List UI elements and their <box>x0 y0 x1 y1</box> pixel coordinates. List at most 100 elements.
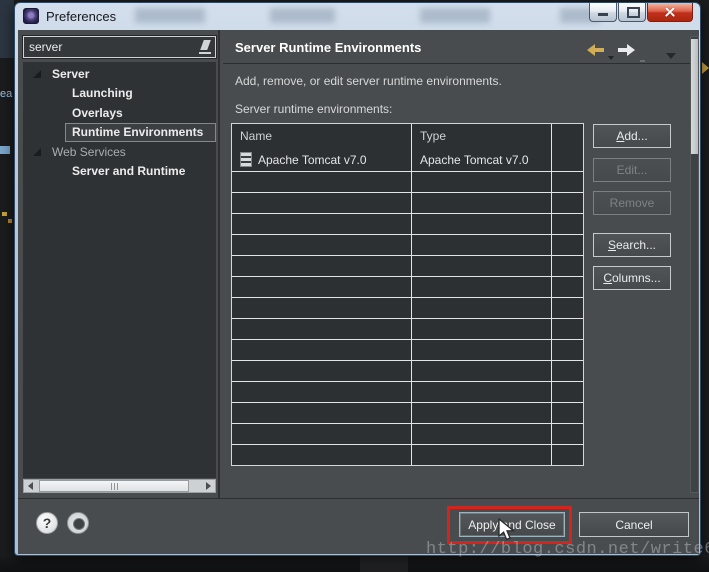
empty-cell <box>412 340 552 360</box>
clear-filter-icon[interactable] <box>198 40 212 54</box>
tree-expander-icon[interactable] <box>33 148 41 156</box>
arrow-shaft <box>595 48 604 52</box>
background-artifact <box>2 212 7 216</box>
empty-cell <box>552 319 583 339</box>
background-artifact <box>0 146 10 154</box>
empty-cell <box>412 424 552 444</box>
empty-cell <box>232 340 412 360</box>
columns-button[interactable]: Columns... <box>593 266 671 290</box>
table-empty-row[interactable] <box>232 444 583 465</box>
empty-cell <box>232 298 412 318</box>
tree-item-label: Runtime Environments <box>72 125 203 139</box>
scroll-left-icon[interactable] <box>24 480 37 492</box>
table-empty-row[interactable] <box>232 213 583 234</box>
empty-cell <box>412 298 552 318</box>
grip-icon <box>111 483 112 490</box>
horizontal-scrollbar[interactable] <box>23 479 216 493</box>
titlebar[interactable]: Preferences <box>15 3 700 30</box>
close-icon <box>664 6 676 18</box>
record-icon[interactable] <box>67 512 89 534</box>
table-empty-row[interactable] <box>232 255 583 276</box>
tree-item-label: Web Services <box>52 145 126 159</box>
tree-item-runtime-environments[interactable]: Runtime Environments <box>65 123 216 143</box>
empty-cell <box>552 277 583 297</box>
scrollbar-thumb[interactable] <box>691 39 698 154</box>
cell-name-text: Apache Tomcat v7.0 <box>258 153 367 167</box>
minimize-button[interactable] <box>589 3 617 22</box>
filter-text[interactable]: server <box>24 40 198 54</box>
preferences-dialog: Preferences server ServerLaunchingOverla… <box>14 2 701 556</box>
empty-cell <box>412 361 552 381</box>
screen: ea Preferences server <box>0 0 709 572</box>
maximize-button[interactable] <box>618 3 646 22</box>
clear-filter-blade <box>200 40 211 50</box>
empty-cell <box>552 214 583 234</box>
background-artifact <box>8 219 12 223</box>
table-empty-row[interactable] <box>232 423 583 444</box>
edit-button[interactable]: Edit... <box>593 158 671 182</box>
empty-cell <box>232 277 412 297</box>
arrow-head <box>587 44 595 56</box>
background-artifact <box>360 556 408 572</box>
footer-separator <box>18 498 699 499</box>
table-empty-row[interactable] <box>232 297 583 318</box>
table-empty-row[interactable] <box>232 339 583 360</box>
cell-type[interactable]: Apache Tomcat v7.0 <box>412 148 552 171</box>
search-button[interactable]: Search... <box>593 233 671 257</box>
empty-cell <box>412 445 552 465</box>
close-button[interactable] <box>647 3 693 22</box>
tree-expander-icon[interactable] <box>33 70 41 78</box>
table-empty-row[interactable] <box>232 360 583 381</box>
column-header-type[interactable]: Type <box>412 124 552 148</box>
scrollbar-thumb[interactable] <box>39 480 189 492</box>
background-artifact <box>702 62 709 74</box>
cancel-button[interactable]: Cancel <box>579 512 689 537</box>
caret-icon <box>608 56 614 60</box>
server-icon <box>240 152 252 167</box>
scrollbar-track[interactable] <box>37 480 202 492</box>
empty-cell <box>412 382 552 402</box>
caret-icon <box>666 53 676 59</box>
grip-icon <box>117 483 118 490</box>
table-empty-row[interactable] <box>232 171 583 192</box>
table-empty-row[interactable] <box>232 318 583 339</box>
table-row[interactable]: Apache Tomcat v7.0 Apache Tomcat v7.0 <box>232 148 583 171</box>
tree-item-label: Server and Runtime <box>72 164 185 178</box>
table-empty-row[interactable] <box>232 402 583 423</box>
forward-icon[interactable] <box>618 43 635 61</box>
filter-input[interactable]: server <box>23 36 216 58</box>
dash-icon <box>640 60 645 62</box>
vertical-scrollbar[interactable] <box>690 36 699 493</box>
table-empty-row[interactable] <box>232 192 583 213</box>
back-icon[interactable] <box>587 43 604 61</box>
runtime-environments-table: NameTypeApache Tomcat v7.0Apache Tomcat … <box>231 123 584 466</box>
empty-cell <box>232 235 412 255</box>
table-empty-row[interactable] <box>232 234 583 255</box>
tree-item-launching[interactable]: Launching <box>23 84 216 104</box>
cell-name[interactable]: Apache Tomcat v7.0 <box>232 148 412 171</box>
empty-cell <box>412 403 552 423</box>
tree-item-web-services[interactable]: Web Services <box>23 142 216 162</box>
add-button[interactable]: Add... <box>593 124 671 148</box>
arrow-head <box>627 44 635 56</box>
scroll-right-icon[interactable] <box>202 480 215 492</box>
view-menu-icon[interactable] <box>666 46 676 64</box>
remove-button[interactable]: Remove <box>593 191 671 215</box>
empty-cell <box>552 424 583 444</box>
empty-cell <box>552 235 583 255</box>
clear-filter-base <box>199 52 211 54</box>
tree-item-server[interactable]: Server <box>23 64 216 84</box>
table-empty-row[interactable] <box>232 381 583 402</box>
table-empty-row[interactable] <box>232 276 583 297</box>
empty-cell <box>552 445 583 465</box>
column-header-name[interactable]: Name <box>232 124 412 148</box>
tree-item-server-and-runtime[interactable]: Server and Runtime <box>23 162 216 182</box>
empty-cell <box>552 361 583 381</box>
window-controls <box>588 3 693 22</box>
help-icon[interactable]: ? <box>36 512 58 534</box>
empty-cell <box>232 319 412 339</box>
empty-cell <box>552 298 583 318</box>
empty-cell <box>412 277 552 297</box>
tree-item-overlays[interactable]: Overlays <box>23 103 216 123</box>
empty-cell <box>412 193 552 213</box>
